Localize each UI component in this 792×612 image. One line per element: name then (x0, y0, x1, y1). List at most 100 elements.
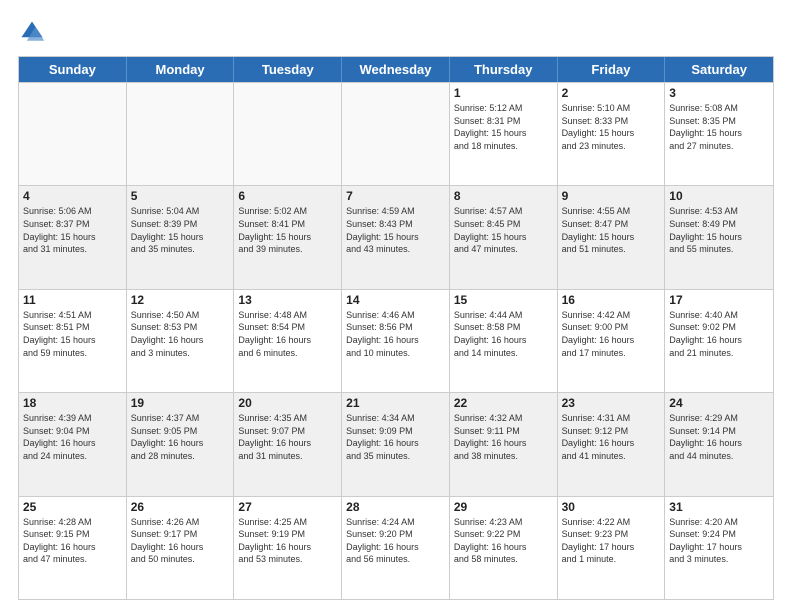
day-number: 5 (131, 189, 230, 203)
calendar-cell: 14Sunrise: 4:46 AM Sunset: 8:56 PM Dayli… (342, 290, 450, 392)
calendar-cell: 5 Sunrise: 5:04 AM Sunset: 8:39 PM Daylig… (127, 186, 235, 288)
calendar-cell (234, 83, 342, 185)
calendar-cell (342, 83, 450, 185)
calendar-cell: 10 Sunrise: 4:53 AM Sunset: 8:49 PM Dayli… (665, 186, 773, 288)
day-number: 8 (454, 189, 553, 203)
calendar-cell: 18 Sunrise: 4:39 AM Sunset: 9:04 PM Dayli… (19, 393, 127, 495)
day-info: Sunrise: 4:24 AM Sunset: 9:20 PM Dayligh… (346, 516, 445, 566)
calendar-cell: 15 Sunrise: 4:44 AM Sunset: 8:58 PM Dayli… (450, 290, 558, 392)
day-number: 7 (346, 189, 445, 203)
weekday-header: Monday (127, 57, 235, 82)
day-number: 9 (562, 189, 661, 203)
calendar-cell: 30 Sunrise: 4:22 AM Sunset: 9:23 PM Dayli… (558, 497, 666, 599)
calendar-body: 1 Sunrise: 5:12 AM Sunset: 8:31 PM Daylig… (19, 82, 773, 599)
day-number: 30 (562, 500, 661, 514)
day-number: 4 (23, 189, 122, 203)
day-info: Sunrise: 5:12 AM Sunset: 8:31 PM Dayligh… (454, 102, 553, 152)
day-number: 10 (669, 189, 769, 203)
calendar-cell: 31Sunrise: 4:20 AM Sunset: 9:24 PM Dayli… (665, 497, 773, 599)
calendar-cell: 9Sunrise: 4:55 AM Sunset: 8:47 PM Daylig… (558, 186, 666, 288)
day-info: Sunrise: 4:29 AM Sunset: 9:14 PM Dayligh… (669, 412, 769, 462)
day-info: Sunrise: 4:57 AM Sunset: 8:45 PM Dayligh… (454, 205, 553, 255)
day-number: 18 (23, 396, 122, 410)
day-info: Sunrise: 4:20 AM Sunset: 9:24 PM Dayligh… (669, 516, 769, 566)
day-number: 15 (454, 293, 553, 307)
calendar-cell (19, 83, 127, 185)
calendar-header: SundayMondayTuesdayWednesdayThursdayFrid… (19, 57, 773, 82)
calendar-cell: 17Sunrise: 4:40 AM Sunset: 9:02 PM Dayli… (665, 290, 773, 392)
calendar-cell: 6 Sunrise: 5:02 AM Sunset: 8:41 PM Daylig… (234, 186, 342, 288)
day-info: Sunrise: 5:06 AM Sunset: 8:37 PM Dayligh… (23, 205, 122, 255)
calendar-cell: 16 Sunrise: 4:42 AM Sunset: 9:00 PM Dayli… (558, 290, 666, 392)
calendar-cell: 23 Sunrise: 4:31 AM Sunset: 9:12 PM Dayli… (558, 393, 666, 495)
calendar-cell: 8 Sunrise: 4:57 AM Sunset: 8:45 PM Daylig… (450, 186, 558, 288)
day-number: 11 (23, 293, 122, 307)
calendar: SundayMondayTuesdayWednesdayThursdayFrid… (18, 56, 774, 600)
calendar-cell (127, 83, 235, 185)
day-number: 17 (669, 293, 769, 307)
calendar-cell: 12 Sunrise: 4:50 AM Sunset: 8:53 PM Dayli… (127, 290, 235, 392)
day-info: Sunrise: 4:59 AM Sunset: 8:43 PM Dayligh… (346, 205, 445, 255)
logo-icon (18, 18, 46, 46)
day-number: 6 (238, 189, 337, 203)
day-number: 2 (562, 86, 661, 100)
calendar-row: 18 Sunrise: 4:39 AM Sunset: 9:04 PM Dayli… (19, 392, 773, 495)
day-info: Sunrise: 4:25 AM Sunset: 9:19 PM Dayligh… (238, 516, 337, 566)
day-number: 29 (454, 500, 553, 514)
calendar-row: 1 Sunrise: 5:12 AM Sunset: 8:31 PM Daylig… (19, 82, 773, 185)
day-info: Sunrise: 4:39 AM Sunset: 9:04 PM Dayligh… (23, 412, 122, 462)
weekday-header: Wednesday (342, 57, 450, 82)
calendar-cell: 25Sunrise: 4:28 AM Sunset: 9:15 PM Dayli… (19, 497, 127, 599)
day-number: 16 (562, 293, 661, 307)
calendar-cell: 4 Sunrise: 5:06 AM Sunset: 8:37 PM Daylig… (19, 186, 127, 288)
calendar-row: 4 Sunrise: 5:06 AM Sunset: 8:37 PM Daylig… (19, 185, 773, 288)
day-info: Sunrise: 5:08 AM Sunset: 8:35 PM Dayligh… (669, 102, 769, 152)
day-info: Sunrise: 4:35 AM Sunset: 9:07 PM Dayligh… (238, 412, 337, 462)
calendar-cell: 21Sunrise: 4:34 AM Sunset: 9:09 PM Dayli… (342, 393, 450, 495)
calendar-cell: 3 Sunrise: 5:08 AM Sunset: 8:35 PM Daylig… (665, 83, 773, 185)
calendar-cell: 19 Sunrise: 4:37 AM Sunset: 9:05 PM Dayli… (127, 393, 235, 495)
weekday-header: Sunday (19, 57, 127, 82)
calendar-cell: 1 Sunrise: 5:12 AM Sunset: 8:31 PM Daylig… (450, 83, 558, 185)
logo (18, 18, 50, 46)
day-number: 24 (669, 396, 769, 410)
day-info: Sunrise: 4:26 AM Sunset: 9:17 PM Dayligh… (131, 516, 230, 566)
day-info: Sunrise: 4:44 AM Sunset: 8:58 PM Dayligh… (454, 309, 553, 359)
calendar-cell: 7 Sunrise: 4:59 AM Sunset: 8:43 PM Daylig… (342, 186, 450, 288)
weekday-header: Saturday (665, 57, 773, 82)
calendar-cell: 27 Sunrise: 4:25 AM Sunset: 9:19 PM Dayli… (234, 497, 342, 599)
calendar-cell: 28 Sunrise: 4:24 AM Sunset: 9:20 PM Dayli… (342, 497, 450, 599)
calendar-row: 11Sunrise: 4:51 AM Sunset: 8:51 PM Dayli… (19, 289, 773, 392)
calendar-cell: 2Sunrise: 5:10 AM Sunset: 8:33 PM Daylig… (558, 83, 666, 185)
day-number: 21 (346, 396, 445, 410)
day-info: Sunrise: 4:42 AM Sunset: 9:00 PM Dayligh… (562, 309, 661, 359)
day-info: Sunrise: 5:02 AM Sunset: 8:41 PM Dayligh… (238, 205, 337, 255)
day-number: 1 (454, 86, 553, 100)
day-number: 28 (346, 500, 445, 514)
calendar-row: 25Sunrise: 4:28 AM Sunset: 9:15 PM Dayli… (19, 496, 773, 599)
day-info: Sunrise: 4:37 AM Sunset: 9:05 PM Dayligh… (131, 412, 230, 462)
day-number: 12 (131, 293, 230, 307)
day-info: Sunrise: 4:23 AM Sunset: 9:22 PM Dayligh… (454, 516, 553, 566)
calendar-cell: 24 Sunrise: 4:29 AM Sunset: 9:14 PM Dayli… (665, 393, 773, 495)
day-number: 23 (562, 396, 661, 410)
day-number: 20 (238, 396, 337, 410)
calendar-cell: 29 Sunrise: 4:23 AM Sunset: 9:22 PM Dayli… (450, 497, 558, 599)
day-info: Sunrise: 4:31 AM Sunset: 9:12 PM Dayligh… (562, 412, 661, 462)
calendar-cell: 20 Sunrise: 4:35 AM Sunset: 9:07 PM Dayli… (234, 393, 342, 495)
day-number: 14 (346, 293, 445, 307)
calendar-cell: 13Sunrise: 4:48 AM Sunset: 8:54 PM Dayli… (234, 290, 342, 392)
day-number: 27 (238, 500, 337, 514)
day-info: Sunrise: 4:22 AM Sunset: 9:23 PM Dayligh… (562, 516, 661, 566)
page: SundayMondayTuesdayWednesdayThursdayFrid… (0, 0, 792, 612)
weekday-header: Friday (558, 57, 666, 82)
day-info: Sunrise: 4:53 AM Sunset: 8:49 PM Dayligh… (669, 205, 769, 255)
day-number: 19 (131, 396, 230, 410)
day-number: 3 (669, 86, 769, 100)
calendar-cell: 22Sunrise: 4:32 AM Sunset: 9:11 PM Dayli… (450, 393, 558, 495)
day-info: Sunrise: 5:04 AM Sunset: 8:39 PM Dayligh… (131, 205, 230, 255)
day-info: Sunrise: 4:28 AM Sunset: 9:15 PM Dayligh… (23, 516, 122, 566)
header (18, 18, 774, 46)
day-info: Sunrise: 4:50 AM Sunset: 8:53 PM Dayligh… (131, 309, 230, 359)
weekday-header: Tuesday (234, 57, 342, 82)
